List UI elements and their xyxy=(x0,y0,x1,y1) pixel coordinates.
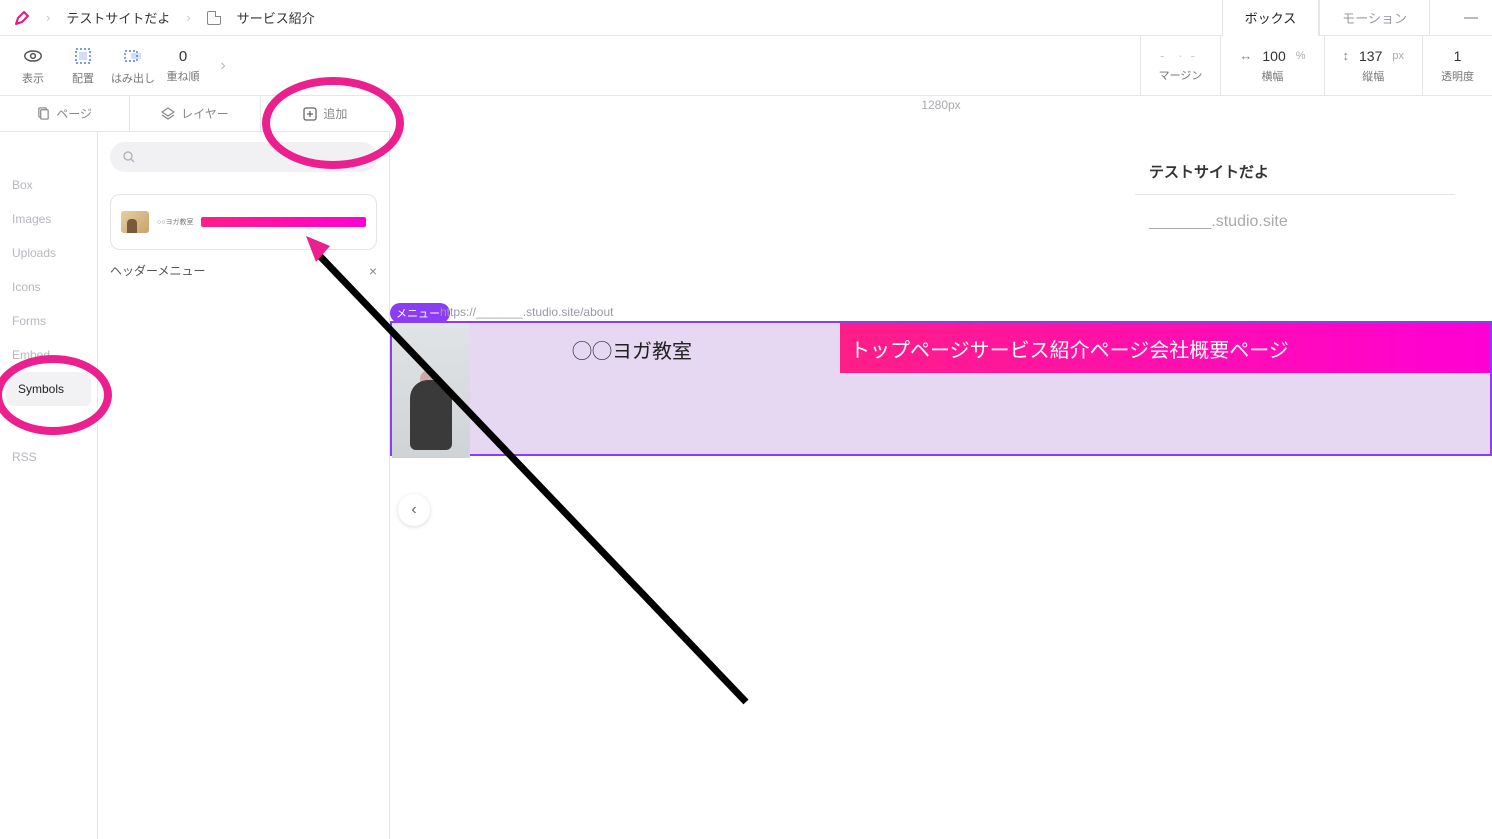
selection-url: https://_______.studio.site/about xyxy=(440,305,613,319)
height-unit[interactable]: px xyxy=(1392,50,1404,62)
minimize-icon[interactable] xyxy=(1464,17,1478,19)
overflow-icon xyxy=(122,45,144,67)
tab-layers[interactable]: レイヤー xyxy=(130,96,260,131)
opacity-value[interactable]: 1 xyxy=(1454,48,1462,64)
align-tool[interactable]: 配置 xyxy=(58,45,108,86)
chevron-left-icon: ‹ xyxy=(411,501,416,519)
chevron-right-icon[interactable]: › xyxy=(208,57,238,75)
symbols-panel: ○○ヨガ教室 ヘッダーメニュー × xyxy=(98,132,390,839)
cat-box[interactable]: Box xyxy=(0,168,97,202)
cat-forms[interactable]: Forms xyxy=(0,304,97,338)
breadcrumb-site[interactable]: テストサイトだよ xyxy=(66,8,170,27)
width-arrow-icon: ↔ xyxy=(1239,48,1252,63)
top-breadcrumb-bar: › テストサイトだよ › サービス紹介 ボックス モーション xyxy=(0,0,1492,36)
symbol-name: ヘッダーメニュー xyxy=(110,262,206,279)
display-label: 表示 xyxy=(22,70,44,86)
width-value[interactable]: 100 xyxy=(1262,48,1285,64)
height-prop[interactable]: ↕ 137 px 縦幅 xyxy=(1324,36,1422,95)
page-icon xyxy=(207,11,221,25)
tab-pages-label: ページ xyxy=(56,105,92,122)
chevron-right-icon: › xyxy=(186,10,190,25)
stack-label: 重ね順 xyxy=(167,68,200,84)
header-title: ◯◯ヨガ教室 xyxy=(572,335,692,364)
symbol-preview-nav xyxy=(201,217,366,227)
pencil-icon[interactable] xyxy=(14,10,30,26)
chevron-right-icon: › xyxy=(46,10,50,25)
property-bar: 表示 配置 はみ出し 0 重ね順 › - · - マージン ↔ 1 0 xyxy=(0,36,1492,96)
tab-pages[interactable]: ページ xyxy=(0,96,130,131)
overflow-tool[interactable]: はみ出し xyxy=(108,45,158,86)
frame-info-card: テストサイトだよ _______.studio.site xyxy=(1135,131,1455,249)
frame-domain[interactable]: _______.studio.site xyxy=(1135,194,1455,249)
margin-prop[interactable]: - · - マージン xyxy=(1140,36,1221,95)
width-prop[interactable]: ↔ 100 % 横幅 xyxy=(1220,36,1323,95)
design-canvas[interactable]: 1280px テストサイトだよ _______.studio.site メニュー… xyxy=(390,96,1492,839)
height-label: 縦幅 xyxy=(1362,68,1384,84)
breadcrumb-page[interactable]: サービス紹介 xyxy=(237,8,315,27)
symbol-card[interactable]: ○○ヨガ教室 xyxy=(110,194,377,250)
stack-tool[interactable]: 0 重ね順 xyxy=(158,48,208,84)
search-icon xyxy=(122,150,136,164)
cat-images[interactable]: Images xyxy=(0,202,97,236)
display-tool[interactable]: 表示 xyxy=(8,45,58,86)
align-icon xyxy=(72,45,94,67)
header-image xyxy=(392,323,470,458)
ruler-width-label: 1280px xyxy=(921,98,960,112)
opacity-prop[interactable]: 1 透明度 xyxy=(1422,36,1492,95)
header-menu-box[interactable]: ◯◯ヨガ教室 トップページサービス紹介ページ会社概要ページ xyxy=(390,321,1492,456)
frame-title[interactable]: テストサイトだよ xyxy=(1135,131,1455,194)
cat-rss[interactable]: RSS xyxy=(0,440,97,474)
layers-icon xyxy=(161,107,175,121)
tab-layers-label: レイヤー xyxy=(181,105,229,122)
symbol-thumbnail xyxy=(121,211,149,233)
margin-label: マージン xyxy=(1159,67,1203,83)
height-value[interactable]: 137 xyxy=(1359,48,1382,64)
eye-icon xyxy=(22,45,44,67)
opacity-label: 透明度 xyxy=(1441,68,1474,84)
pages-icon xyxy=(37,107,50,120)
stack-value: 0 xyxy=(179,48,187,65)
height-arrow-icon: ↕ xyxy=(1343,48,1350,63)
cat-uploads[interactable]: Uploads xyxy=(0,236,97,270)
annotation-circle-add xyxy=(262,77,404,169)
inspector-tabs: ボックス モーション xyxy=(1222,0,1430,36)
selected-element[interactable]: メニュー https://_______.studio.site/about ◯… xyxy=(390,321,1492,456)
align-label: 配置 xyxy=(72,70,94,86)
symbol-preview: ○○ヨガ教室 xyxy=(121,205,366,239)
overflow-label: はみ出し xyxy=(111,70,155,86)
add-category-list: Box Images Uploads Icons Forms Embed Sym… xyxy=(0,132,98,839)
collapse-panel-button[interactable]: ‹ xyxy=(398,494,430,526)
cat-icons[interactable]: Icons xyxy=(0,270,97,304)
tab-motion[interactable]: モーション xyxy=(1319,0,1430,36)
width-label: 横幅 xyxy=(1261,68,1283,84)
width-unit[interactable]: % xyxy=(1296,50,1306,62)
margin-value: - · - xyxy=(1160,48,1201,63)
tab-box[interactable]: ボックス xyxy=(1222,0,1320,36)
close-icon[interactable]: × xyxy=(369,263,377,279)
header-nav: トップページサービス紹介ページ会社概要ページ xyxy=(840,323,1490,373)
symbol-preview-title: ○○ヨガ教室 xyxy=(157,217,193,227)
